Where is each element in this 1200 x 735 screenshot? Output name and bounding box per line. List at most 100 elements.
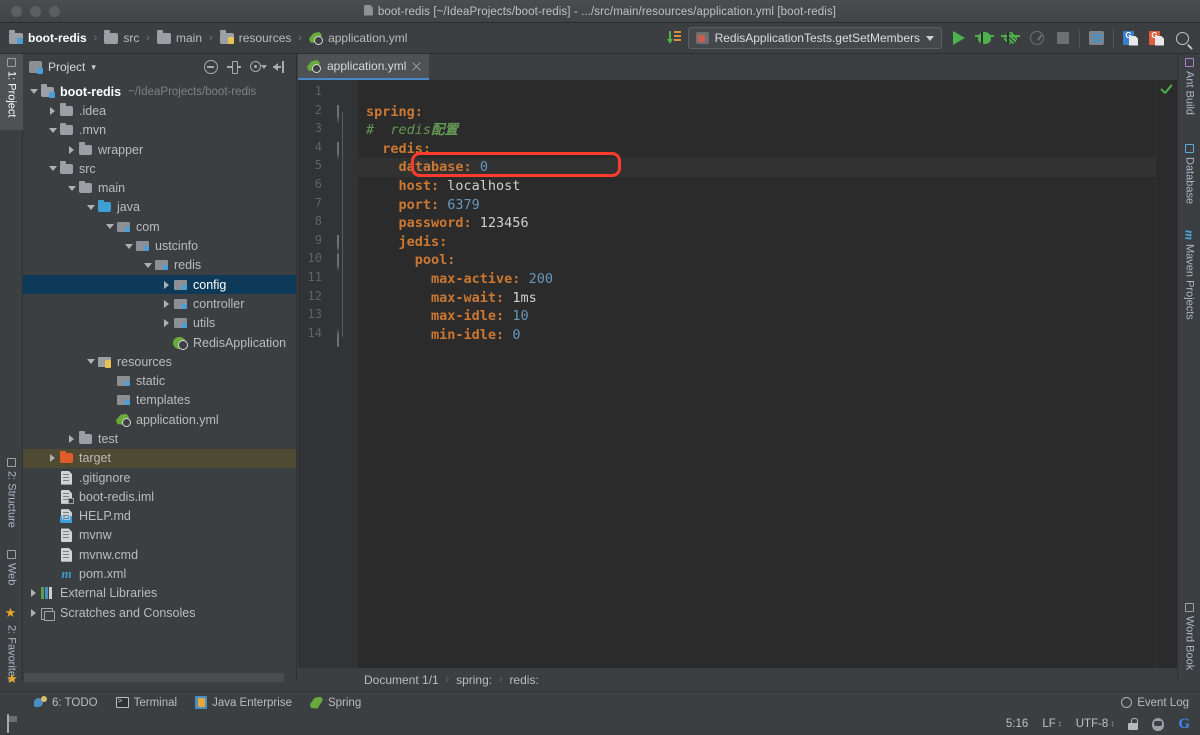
search-everywhere-button[interactable] bbox=[1173, 29, 1192, 48]
code-content[interactable]: spring: # redis配置 redis: database: 0 host… bbox=[358, 80, 1177, 681]
tree-node-redis[interactable]: redis bbox=[23, 256, 296, 275]
tree-node-target[interactable]: target bbox=[23, 448, 296, 468]
tree-node-mvnw[interactable]: mvnw bbox=[23, 526, 296, 545]
tree-node-mvnw-cmd[interactable]: mvnw.cmd bbox=[23, 545, 296, 564]
tree-node-pom-xml[interactable]: m pom.xml bbox=[23, 564, 296, 583]
chevron-right-icon[interactable] bbox=[46, 454, 59, 463]
tree-node-help-md[interactable]: MD HELP.md bbox=[23, 507, 296, 526]
fold-toggle[interactable] bbox=[337, 141, 348, 161]
chevron-down-icon[interactable] bbox=[46, 166, 59, 172]
fold-toggle[interactable] bbox=[337, 104, 348, 124]
sidebar-item-structure[interactable]: 2: Structure bbox=[0, 454, 23, 546]
stop-button[interactable] bbox=[1053, 29, 1072, 48]
tree-node-wrapper[interactable]: wrapper bbox=[23, 140, 296, 159]
google-docs-blue-button[interactable]: G bbox=[1121, 29, 1140, 48]
tree-node-idea[interactable]: .idea bbox=[23, 101, 296, 120]
caret-position[interactable]: 5:16 bbox=[1006, 718, 1028, 730]
tree-node-boot-redis[interactable]: boot-redis ~/IdeaProjects/boot-redis bbox=[23, 82, 296, 101]
tool-button-terminal[interactable]: Terminal bbox=[107, 692, 186, 714]
tree-node-config[interactable]: config bbox=[23, 274, 296, 295]
sidebar-item-word-book[interactable]: Word Book bbox=[1178, 599, 1200, 681]
chevron-right-icon[interactable] bbox=[46, 106, 59, 115]
tree-node-boot-redis-iml[interactable]: boot-redis.iml bbox=[23, 487, 296, 506]
tree-node-application-yml[interactable]: application.yml bbox=[23, 410, 296, 429]
tree-node-utils[interactable]: utils bbox=[23, 314, 296, 333]
line-separator[interactable]: LF ↕ bbox=[1042, 718, 1061, 730]
sidebar-item-maven-projects[interactable]: m Maven Projects bbox=[1178, 226, 1200, 336]
breadcrumb-item-application-yml[interactable]: application.yml bbox=[309, 31, 407, 45]
tree-node-ustcinfo[interactable]: ustcinfo bbox=[23, 236, 296, 255]
update-project-icon[interactable] bbox=[666, 31, 681, 45]
chevron-right-icon[interactable] bbox=[27, 608, 40, 617]
chevron-down-icon[interactable] bbox=[84, 359, 97, 365]
tool-button-java-enterprise[interactable]: Java Enterprise bbox=[186, 692, 301, 714]
layout-button[interactable] bbox=[1087, 29, 1106, 48]
run-configuration-selector[interactable]: RedisApplicationTests.getSetMembers bbox=[687, 27, 942, 49]
tree-node-src[interactable]: src bbox=[23, 159, 296, 178]
read-write-lock-icon[interactable] bbox=[1128, 718, 1139, 730]
code-editor[interactable]: 1 2 3 4 5 6 7 8 9 10 11 12 13 14 spring: # redis配置 red… bbox=[298, 80, 1177, 681]
gear-icon[interactable] bbox=[250, 60, 267, 74]
sidebar-item-ant-build[interactable]: Ant Build bbox=[1178, 54, 1200, 126]
close-icon[interactable] bbox=[412, 62, 421, 71]
tree-node-scratches-and-consoles[interactable]: Scratches and Consoles bbox=[23, 603, 296, 622]
tree-node-controller[interactable]: controller bbox=[23, 294, 296, 313]
tree-node-redisapplication[interactable]: RedisApplication bbox=[23, 333, 296, 352]
chevron-right-icon[interactable] bbox=[65, 145, 78, 154]
chevron-down-icon[interactable] bbox=[141, 262, 154, 268]
toggle-toolbars-button[interactable] bbox=[0, 714, 9, 733]
chevron-down-icon[interactable] bbox=[122, 243, 135, 249]
chevron-down-icon[interactable]: ▾ bbox=[91, 62, 96, 73]
breadcrumb-item-main[interactable]: main bbox=[157, 29, 202, 45]
sidebar-item-project[interactable]: 1: Project bbox=[0, 54, 23, 130]
breadcrumb-document[interactable]: Document 1/1 bbox=[364, 673, 439, 687]
tree-node-test[interactable]: test bbox=[23, 429, 296, 448]
sidebar-item-database[interactable]: Database bbox=[1178, 140, 1200, 214]
tree-node-resources[interactable]: resources bbox=[23, 352, 296, 371]
run-button[interactable] bbox=[949, 29, 968, 48]
hide-icon[interactable] bbox=[273, 60, 287, 74]
tool-button-spring[interactable]: Spring bbox=[301, 692, 370, 714]
tree-node-main[interactable]: main bbox=[23, 178, 296, 197]
chevron-right-icon[interactable] bbox=[160, 319, 173, 328]
tree-node-com[interactable]: com bbox=[23, 217, 296, 236]
breadcrumb-spring[interactable]: spring: bbox=[456, 673, 492, 687]
tree-node-java[interactable]: java bbox=[23, 198, 296, 217]
target-icon[interactable] bbox=[227, 60, 241, 74]
fold-toggle[interactable] bbox=[337, 327, 348, 347]
profile-button[interactable] bbox=[1027, 29, 1046, 48]
tool-button-todo[interactable]: 6: TODO bbox=[0, 692, 107, 714]
chevron-down-icon[interactable] bbox=[27, 89, 40, 95]
breadcrumb-item-src[interactable]: src bbox=[104, 29, 139, 45]
sidebar-item-web[interactable]: Web bbox=[0, 546, 23, 602]
chevron-right-icon[interactable] bbox=[27, 589, 40, 598]
chevron-down-icon[interactable] bbox=[65, 185, 78, 191]
tree-node-external-libraries[interactable]: External Libraries bbox=[23, 584, 296, 603]
debug-button[interactable] bbox=[975, 29, 994, 48]
line-number-gutter[interactable]: 1 2 3 4 5 6 7 8 9 10 11 12 13 14 bbox=[298, 80, 358, 681]
tree-node-gitignore[interactable]: .gitignore bbox=[23, 468, 296, 487]
chevron-down-icon[interactable] bbox=[84, 204, 97, 210]
event-log-button[interactable]: Event Log bbox=[1121, 697, 1200, 709]
fold-toggle[interactable] bbox=[337, 234, 348, 254]
favorites-star-icon[interactable]: ★ bbox=[4, 668, 20, 688]
breadcrumb-item-resources[interactable]: resources bbox=[219, 29, 291, 45]
linux-icon[interactable] bbox=[1152, 717, 1165, 731]
fold-toggle[interactable] bbox=[337, 253, 348, 273]
chevron-down-icon[interactable] bbox=[103, 224, 116, 230]
tree-node-mvn[interactable]: .mvn bbox=[23, 121, 296, 140]
breadcrumb-redis[interactable]: redis: bbox=[509, 673, 538, 687]
tree-node-templates[interactable]: templates bbox=[23, 391, 296, 410]
file-encoding[interactable]: UTF-8 ↕ bbox=[1076, 718, 1115, 730]
chevron-right-icon[interactable] bbox=[160, 299, 173, 308]
tab-application-yml[interactable]: application.yml bbox=[298, 54, 430, 80]
collapse-all-icon[interactable] bbox=[204, 60, 218, 74]
google-docs-red-button[interactable]: G bbox=[1147, 29, 1166, 48]
inspection-stripe[interactable] bbox=[1155, 80, 1177, 681]
tree-node-static[interactable]: static bbox=[23, 371, 296, 390]
breadcrumb-item-boot-redis[interactable]: boot-redis bbox=[9, 29, 87, 45]
chevron-right-icon[interactable] bbox=[65, 434, 78, 443]
chevron-down-icon[interactable] bbox=[46, 127, 59, 133]
google-icon[interactable]: G bbox=[1178, 716, 1190, 732]
chevron-right-icon[interactable] bbox=[160, 280, 173, 289]
